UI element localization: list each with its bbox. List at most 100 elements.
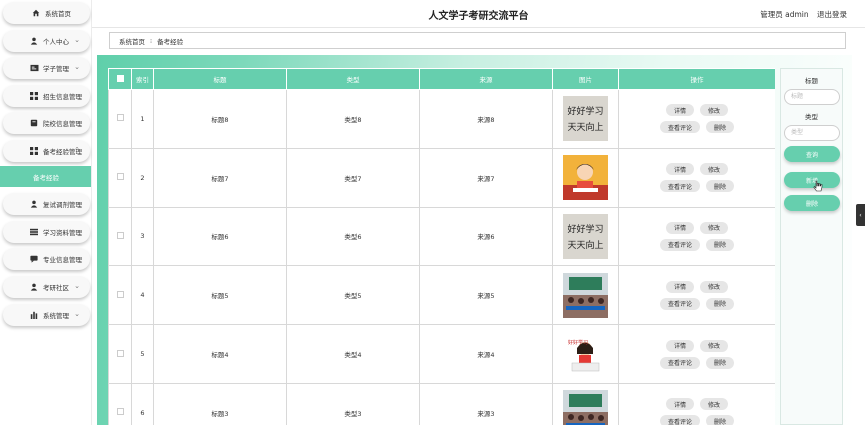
cell-index: 3 bbox=[131, 206, 154, 267]
cell-actions: 详情 修改 查看评论 删除 bbox=[618, 147, 775, 208]
sidebar-item-label: 系统管理 bbox=[43, 312, 69, 320]
chevron-down-icon: ⌄ bbox=[74, 118, 80, 126]
grid-icon bbox=[29, 146, 39, 156]
cell-type: 类型5 bbox=[286, 265, 420, 326]
row-thumbnail: 好好学习 天天向上 bbox=[553, 213, 618, 259]
sidebar-item-profile[interactable]: 个人中心 ⌄ bbox=[3, 30, 90, 52]
row-select-cell[interactable] bbox=[108, 89, 132, 149]
edit-button[interactable]: 修改 bbox=[700, 339, 729, 352]
table-row: 6 标题3 类型3 来源3 详情 修改 查看评论 删除 bbox=[108, 382, 775, 425]
detail-button[interactable]: 详情 bbox=[665, 104, 694, 117]
row-select-cell[interactable] bbox=[108, 265, 132, 326]
row-thumbnail: 好好学习 天天向上 bbox=[553, 96, 618, 142]
user-area: 管理员 admin 退出登录 bbox=[754, 9, 847, 20]
detail-button[interactable]: 详情 bbox=[665, 163, 694, 176]
column-header-type: 类型 bbox=[286, 68, 420, 90]
person-icon bbox=[29, 282, 39, 292]
edit-button[interactable]: 修改 bbox=[700, 280, 729, 293]
column-header-index: 索引 bbox=[131, 68, 154, 90]
edit-button[interactable]: 修改 bbox=[700, 163, 729, 176]
delete-button[interactable]: 删除 bbox=[706, 238, 735, 251]
sidebar-item-materials[interactable]: 学习资料管理 ⌄ bbox=[3, 221, 90, 243]
query-button[interactable]: 查询 bbox=[784, 146, 840, 162]
row-checkbox[interactable] bbox=[116, 231, 124, 239]
row-checkbox[interactable] bbox=[116, 114, 124, 122]
row-checkbox[interactable] bbox=[116, 290, 124, 298]
sidebar-item-label: 学子管理 bbox=[43, 65, 69, 73]
cell-index: 1 bbox=[131, 89, 154, 149]
app-root: 系统首页 个人中心 ⌄ 学子管理 ⌄ 招生信息管理 ⌄ 院校信息管理 ⌄ 备考经… bbox=[0, 0, 865, 425]
sidebar-item-community[interactable]: 考研社区 ⌄ bbox=[3, 276, 90, 298]
view-comments-button[interactable]: 查看评论 bbox=[659, 121, 700, 134]
delete-button[interactable]: 删除 bbox=[706, 121, 735, 134]
mouse-cursor-icon bbox=[813, 180, 823, 192]
logout-link[interactable]: 退出登录 bbox=[817, 10, 847, 19]
add-button[interactable]: 新增 bbox=[784, 172, 840, 188]
grid-icon bbox=[29, 91, 39, 101]
row-select-cell[interactable] bbox=[108, 324, 132, 384]
sidebar-item-label: 考研社区 bbox=[43, 284, 69, 292]
home-icon bbox=[31, 8, 41, 18]
row-select-cell[interactable] bbox=[108, 382, 132, 425]
row-select-cell[interactable] bbox=[108, 147, 132, 208]
delete-button[interactable]: 删除 bbox=[706, 415, 735, 425]
sidebar-item-students[interactable]: 学子管理 ⌄ bbox=[3, 57, 90, 79]
delete-button[interactable]: 删除 bbox=[706, 356, 735, 369]
row-select-cell[interactable] bbox=[108, 206, 132, 267]
column-header-source: 来源 bbox=[419, 68, 553, 90]
svg-text:好好学习: 好好学习 bbox=[568, 339, 588, 346]
cell-actions: 详情 修改 查看评论 删除 bbox=[618, 265, 775, 326]
sidebar-item-home[interactable]: 系统首页 bbox=[3, 2, 90, 24]
sidebar-item-system[interactable]: 系统管理 ⌄ bbox=[3, 304, 90, 326]
chart-icon bbox=[29, 310, 39, 320]
select-all-checkbox[interactable] bbox=[116, 74, 124, 82]
breadcrumb-separator: ⁝ bbox=[150, 36, 153, 45]
collapse-handle[interactable]: ‹ bbox=[856, 204, 865, 226]
column-header-actions: 操作 bbox=[618, 68, 775, 90]
row-checkbox[interactable] bbox=[116, 349, 124, 357]
detail-button[interactable]: 详情 bbox=[665, 339, 694, 352]
breadcrumb: 系统首页 ⁝ 备考经验 bbox=[109, 32, 846, 49]
view-comments-button[interactable]: 查看评论 bbox=[659, 297, 700, 310]
batch-delete-button[interactable]: 删除 bbox=[784, 195, 840, 211]
cell-index: 4 bbox=[131, 265, 154, 326]
sidebar-item-enrollment[interactable]: 招生信息管理 ⌄ bbox=[3, 85, 90, 107]
person-icon bbox=[29, 199, 39, 209]
user-label: 管理员 admin bbox=[760, 10, 809, 19]
select-all-header[interactable] bbox=[108, 68, 132, 90]
svg-text:天天向上: 天天向上 bbox=[567, 239, 603, 251]
breadcrumb-home[interactable]: 系统首页 bbox=[119, 36, 145, 46]
edit-button[interactable]: 修改 bbox=[700, 104, 729, 117]
cell-image bbox=[552, 147, 619, 208]
view-comments-button[interactable]: 查看评论 bbox=[659, 238, 700, 251]
cell-source: 来源3 bbox=[419, 382, 553, 425]
detail-button[interactable]: 详情 bbox=[665, 221, 694, 234]
sidebar-item-label: 系统首页 bbox=[45, 10, 71, 18]
cell-image bbox=[552, 382, 619, 425]
data-table: 索引 标题 类型 来源 图片 操作 1 标题8 类型8 来源8 好好学习 天天向上 详情 修改… bbox=[108, 68, 775, 425]
cell-type: 类型7 bbox=[286, 147, 420, 208]
view-comments-button[interactable]: 查看评论 bbox=[659, 180, 700, 193]
row-checkbox[interactable] bbox=[116, 173, 124, 181]
delete-button[interactable]: 删除 bbox=[706, 180, 735, 193]
id-card-icon bbox=[29, 63, 39, 73]
row-checkbox[interactable] bbox=[116, 408, 124, 416]
sidebar-item-schools[interactable]: 院校信息管理 ⌄ bbox=[3, 112, 90, 134]
svg-text:好好学习: 好好学习 bbox=[567, 223, 603, 235]
view-comments-button[interactable]: 查看评论 bbox=[659, 356, 700, 369]
chevron-down-icon: ⌄ bbox=[74, 282, 80, 290]
detail-button[interactable]: 详情 bbox=[665, 280, 694, 293]
breadcrumb-current: 备考经验 bbox=[157, 37, 184, 46]
chevron-down-icon: ⌄ bbox=[74, 310, 80, 318]
sidebar-item-adjustment[interactable]: 复试调剂管理 ⌄ bbox=[3, 193, 90, 215]
sidebar-subitem-experience[interactable]: 备考经验 bbox=[0, 166, 91, 187]
type-filter-input[interactable]: 类型 bbox=[784, 125, 840, 141]
delete-button[interactable]: 删除 bbox=[706, 297, 735, 310]
detail-button[interactable]: 详情 bbox=[665, 398, 694, 411]
edit-button[interactable]: 修改 bbox=[700, 398, 729, 411]
sidebar-item-experience[interactable]: 备考经验管理 ⌃ bbox=[3, 140, 90, 162]
title-filter-input[interactable]: 标题 bbox=[784, 89, 840, 105]
view-comments-button[interactable]: 查看评论 bbox=[659, 415, 700, 425]
sidebar-item-majors[interactable]: 专业信息管理 ⌄ bbox=[3, 248, 90, 270]
edit-button[interactable]: 修改 bbox=[700, 221, 729, 234]
